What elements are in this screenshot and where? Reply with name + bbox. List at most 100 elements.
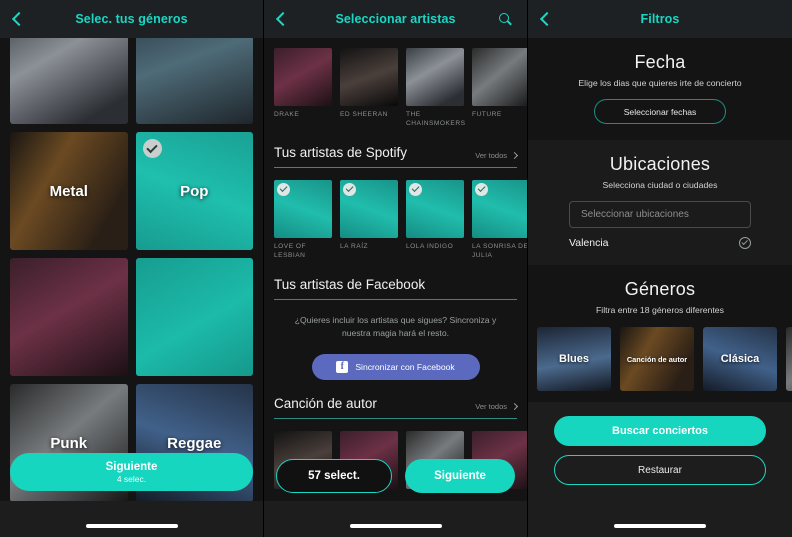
spotify-artists-row[interactable]: LOVE OF LESBIAN LA RAÍZ LOLA INDIGO LA S… [264,179,527,261]
select-dates-label: Seleccionar fechas [623,106,697,117]
genre-image [135,258,253,376]
genre-label: Pop [180,182,209,200]
home-indicator[interactable] [85,524,178,528]
next-button-count: 4 selec. [116,473,147,484]
search-icon [498,12,512,26]
three-phone-screens: Selec. tus géneros Metal Pop Punk Reggae… [0,0,792,537]
genre-image [135,38,253,124]
genre-card-pop[interactable]: Pop [135,132,253,250]
genre-image [10,38,128,124]
genre-chip-partial[interactable]: C [786,327,792,391]
genre-chip-label: Clásica [720,353,760,365]
next-button-label: Siguiente [434,470,486,482]
genre-image [10,258,128,376]
genre-card[interactable] [135,38,253,124]
artist-name: LOLA INDIGO [406,242,454,250]
artist-thumbnail [340,48,398,106]
select-dates-button[interactable]: Seleccionar fechas [594,99,726,124]
artist-thumbnail [274,179,332,238]
artist-name: LA RAÍZ [340,242,369,250]
genre-chip-blues[interactable]: Blues [537,327,611,391]
section-title: Tus artistas de Facebook [274,276,426,292]
locations-section-title: Ubicaciones [609,154,711,174]
artists-scroll-area[interactable]: DRAKE ED SHEERAN THE CHAINSMOKERS FUTURE… [264,38,527,501]
see-all-label: Ver todos [475,150,507,160]
reset-label: Restaurar [638,464,682,476]
selected-count-button[interactable]: 57 select. [276,459,392,493]
home-indicator[interactable] [349,524,442,528]
songwriter-section-header: Canción de autor Ver todos [274,396,519,420]
artist-name: THE CHAINSMOKERS [406,111,466,127]
page-title: Filtros [640,12,680,26]
genre-card[interactable] [10,38,128,124]
chevron-right-icon [510,151,519,159]
date-section-title: Fecha [634,52,686,72]
top-artists-row[interactable]: DRAKE ED SHEERAN THE CHAINSMOKERS FUTURE… [264,48,527,129]
artist-name: LA SONRISA DE JULIA [472,242,527,259]
sync-facebook-button[interactable]: f Sincronizar con Facebook [311,354,480,381]
location-chip-valencia[interactable]: Valencia [569,237,751,249]
genres-navbar: Selec. tus géneros [0,0,263,38]
see-all-spotify-button[interactable]: Ver todos [475,150,519,160]
back-button[interactable] [528,0,562,38]
check-circle-icon[interactable] [739,237,751,249]
back-button[interactable] [264,0,298,38]
home-indicator-bar [0,501,263,537]
artist-item[interactable]: FUTURE [472,48,527,129]
artist-item[interactable]: ED SHEERAN [340,48,398,129]
chevron-left-icon [275,11,291,27]
genres-grid: Metal Pop Punk Reggae [0,38,263,501]
genre-chip-label: Canción de autor [626,354,688,364]
genres-strip[interactable]: Blues Canción de autor Clásica C [528,327,792,391]
page-title: Selec. tus géneros [75,12,188,26]
locations-input-placeholder: Seleccionar ubicaciones [581,209,689,220]
genre-label: Punk [50,434,88,452]
home-indicator[interactable] [614,524,706,528]
artist-item[interactable]: LOVE OF LESBIAN [274,179,332,261]
genre-label: Reggae [167,434,222,452]
search-button[interactable] [491,0,519,38]
artist-thumbnail [274,48,332,106]
date-section-subtitle: Elige los dias que quieres irte de conci… [578,78,742,88]
locations-section-subtitle: Selecciona ciudad o ciudades [602,180,718,190]
date-section: Fecha Elige los dias que quieres irte de… [528,38,792,140]
chevron-left-icon [539,11,555,27]
next-button-label: Siguiente [105,460,158,473]
artists-navbar: Seleccionar artistas [264,0,527,38]
genre-chip-clasica[interactable]: Clásica [703,327,777,391]
genre-card-metal[interactable]: Metal [10,132,128,250]
see-all-songwriter-button[interactable]: Ver todos [475,402,519,411]
genre-card[interactable] [135,258,253,376]
genre-chip-label: Blues [559,353,589,365]
check-icon [475,182,488,196]
chevron-left-icon [11,11,27,27]
artist-item[interactable]: THE CHAINSMOKERS [406,48,466,129]
screen-select-artists: Seleccionar artistas DRAKE ED SHEERAN TH… [264,0,528,537]
genres-scroll-area[interactable]: Metal Pop Punk Reggae [0,38,263,501]
artist-item[interactable]: DRAKE [274,48,332,129]
locations-section: Ubicaciones Selecciona ciudad o ciudades… [528,140,792,265]
search-concerts-button[interactable]: Buscar conciertos [554,416,766,446]
screen-select-genres: Selec. tus géneros Metal Pop Punk Reggae… [0,0,264,537]
genre-card[interactable] [10,258,128,376]
reset-button[interactable]: Restaurar [554,455,766,485]
back-button[interactable] [0,0,34,38]
artist-item[interactable]: LA SONRISA DE JULIA [472,179,527,261]
next-button[interactable]: Siguiente [405,459,515,493]
chevron-right-icon [510,403,519,411]
artist-item[interactable]: LOLA INDIGO [406,179,464,261]
artist-name: DRAKE [274,111,300,118]
artist-thumbnail [406,179,464,238]
facebook-section-header: Tus artistas de Facebook [274,277,517,300]
genres-section-subtitle: Filtra entre 18 géneros diferentes [596,305,724,315]
artist-thumbnail [340,179,398,238]
check-icon [142,139,162,158]
check-icon [343,182,356,196]
genre-chip-cancion-de-autor[interactable]: Canción de autor [620,327,694,391]
artist-thumbnail [472,48,527,106]
artist-item[interactable]: LA RAÍZ [340,179,398,261]
check-icon [409,182,422,196]
filters-action-bar: Buscar conciertos Restaurar [528,402,792,501]
next-button[interactable]: Siguiente 4 selec. [10,453,253,491]
locations-input[interactable]: Seleccionar ubicaciones [569,201,751,228]
